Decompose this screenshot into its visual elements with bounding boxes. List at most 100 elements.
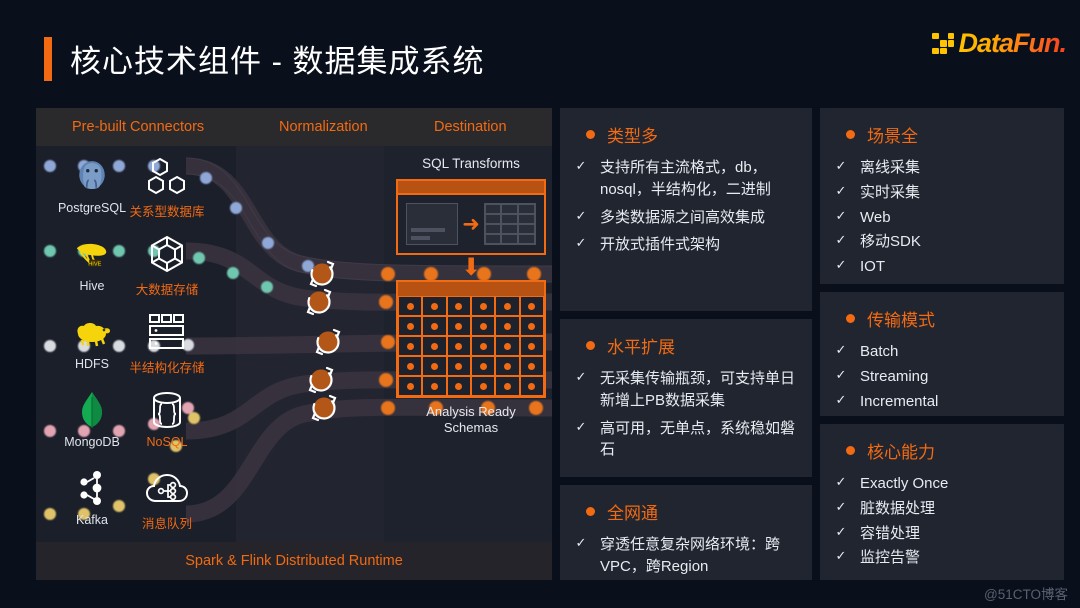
- check-icon: ✓: [575, 535, 587, 550]
- schema-cell: [471, 316, 496, 337]
- card-title: 全网通: [607, 504, 658, 523]
- card-header: 传输模式: [834, 306, 1048, 331]
- list-item: ✓ IOT: [834, 256, 1048, 278]
- card-title: 核心能力: [867, 443, 935, 462]
- schema-cell: [495, 376, 520, 397]
- connector-label: PostgreSQL: [57, 201, 127, 215]
- schema-cell: [495, 316, 520, 337]
- transform-arrow-icon: ➜: [462, 212, 480, 236]
- analysis-ready-caption: Analysis Ready Schemas: [396, 404, 546, 437]
- schema-cell: [446, 316, 471, 337]
- feature-card-network-reach: 全网通 ✓ 穿透任意复杂网络环境：跨VPC，跨Region: [560, 485, 812, 580]
- list-item-text: Web: [860, 208, 891, 226]
- feature-card-scenarios: 场景全 ✓ 离线采集 ✓ 实时采集 ✓ Web ✓ 移动SDK ✓ IOT: [820, 108, 1064, 284]
- card-item-list: ✓ 离线采集 ✓ 实时采集 ✓ Web ✓ 移动SDK ✓ IOT: [834, 157, 1048, 278]
- schema-cell: [519, 376, 544, 397]
- diagram-body: PostgreSQL HIVE Hive HDFS MongoDB Kafka …: [36, 146, 552, 542]
- connector-label: MongoDB: [64, 435, 120, 449]
- sql-box-titlebar: [398, 181, 544, 195]
- list-item-text: IOT: [860, 258, 885, 275]
- bullet-dot-icon: [586, 130, 595, 139]
- card-title: 传输模式: [867, 311, 935, 330]
- category-relational-db[interactable]: 关系型数据库: [121, 154, 213, 232]
- sql-transform-box: ➜: [396, 179, 546, 255]
- schema-cell: [471, 336, 496, 357]
- mongodb-icon: [79, 388, 105, 432]
- category-nosql[interactable]: NoSQL: [121, 388, 213, 466]
- header-normalization: Normalization: [279, 119, 368, 135]
- list-item: ✓ Web: [834, 207, 1048, 229]
- check-icon: ✓: [575, 418, 587, 434]
- polyhedron-icon: [147, 232, 187, 276]
- list-item-text: 离线采集: [860, 159, 921, 176]
- check-icon: ✓: [835, 232, 847, 248]
- list-item-text: Exactly Once: [860, 475, 949, 492]
- feature-card-horizontal-scaling: 水平扩展 ✓ 无采集传输瓶颈，可支持单日新增上PB数据采集 ✓ 高可用，无单点，系统…: [560, 319, 812, 477]
- caption-line-1: Analysis Ready: [426, 404, 516, 420]
- check-icon: ✓: [835, 498, 847, 514]
- check-icon: ✓: [835, 474, 847, 489]
- server-rack-icon: [146, 310, 188, 354]
- diagram-column-headers: Pre-built Connectors Normalization Desti…: [36, 108, 552, 146]
- check-icon: ✓: [575, 369, 587, 384]
- header-destination: Destination: [434, 119, 507, 135]
- list-item: ✓ 穿透任意复杂网络环境：跨VPC，跨Region: [574, 534, 796, 578]
- logo-wordmark: DataFun.: [958, 28, 1067, 58]
- datafun-logo: DataFun.: [932, 28, 1067, 59]
- card-title: 水平扩展: [607, 338, 675, 357]
- list-item-text: Batch: [860, 343, 899, 360]
- list-item: ✓ 高可用，无单点，系统稳如磐石: [574, 418, 796, 462]
- card-header: 核心能力: [834, 438, 1048, 463]
- kafka-icon: [76, 466, 108, 510]
- category-label: 大数据存储: [135, 283, 199, 297]
- title-text: 核心技术组件 - 数据集成系统: [70, 44, 485, 79]
- list-item: ✓ 容错处理: [834, 523, 1048, 545]
- schema-cell: [495, 356, 520, 377]
- bullet-dot-icon: [586, 507, 595, 516]
- check-icon: ✓: [835, 548, 847, 564]
- schema-cell: [398, 336, 423, 357]
- list-item-text: 监控告警: [860, 549, 921, 567]
- hexagon-nodes-icon: [146, 154, 188, 198]
- check-icon: ✓: [835, 158, 847, 173]
- schema-cell: [519, 316, 544, 337]
- list-item-text: 多类数据源之间高效集成: [600, 208, 766, 226]
- list-item: ✓ Streaming: [834, 366, 1048, 388]
- feature-card-core-capabilities: 核心能力 ✓ Exactly Once ✓ 脏数据处理 ✓ 容错处理 ✓ 监控告警: [820, 424, 1064, 580]
- list-item-text: 支持所有主流格式，db，nosql，半结构化，二进制: [600, 159, 771, 198]
- schema-cell: [398, 356, 423, 377]
- list-item-text: 开放式插件式架构: [600, 236, 721, 254]
- destination-block: SQL Transforms ➜ ⬇ Analysis Ready Schema…: [396, 156, 546, 437]
- architecture-diagram-panel: Pre-built Connectors Normalization Desti…: [36, 108, 552, 580]
- category-bigdata-storage[interactable]: 大数据存储: [121, 232, 213, 310]
- runtime-footer: Spark & Flink Distributed Runtime: [36, 542, 552, 580]
- list-item-text: 容错处理: [860, 524, 921, 542]
- schema-box-titlebar: [398, 282, 544, 297]
- schema-cell: [519, 296, 544, 317]
- list-item-text: Streaming: [860, 367, 929, 385]
- connector-column-categories: 关系型数据库 大数据存储 半结构化存储 NoSQL 消息队列: [121, 154, 213, 542]
- schema-cell: [471, 296, 496, 317]
- schema-cell: [519, 356, 544, 377]
- schema-cell: [471, 356, 496, 377]
- hadoop-icon: [72, 310, 112, 354]
- schema-cell: [422, 336, 447, 357]
- check-icon: ✓: [835, 391, 847, 407]
- downward-arrow-icon: ⬇: [460, 254, 482, 281]
- card-item-list: ✓ Batch ✓ Streaming ✓ Incremental: [834, 341, 1048, 412]
- svg-text:HIVE: HIVE: [88, 261, 101, 267]
- check-icon: ✓: [835, 366, 847, 382]
- check-icon: ✓: [835, 182, 847, 198]
- card-title: 场景全: [867, 127, 918, 146]
- list-item-text: Incremental: [860, 392, 939, 410]
- schema-cell: [495, 296, 520, 317]
- schema-cell: [446, 356, 471, 377]
- check-icon: ✓: [575, 207, 587, 223]
- card-header: 类型多: [574, 122, 796, 147]
- card-item-list: ✓ 支持所有主流格式，db，nosql，半结构化，二进制 ✓ 多类数据源之间高效集成…: [574, 157, 796, 256]
- runtime-footer-label: Spark & Flink Distributed Runtime: [185, 553, 403, 569]
- card-item-list: ✓ Exactly Once ✓ 脏数据处理 ✓ 容错处理 ✓ 监控告警: [834, 473, 1048, 569]
- category-message-queue[interactable]: 消息队列: [121, 466, 213, 542]
- category-semistructured-storage[interactable]: 半结构化存储: [121, 310, 213, 388]
- list-item: ✓ 开放式插件式架构: [574, 234, 796, 256]
